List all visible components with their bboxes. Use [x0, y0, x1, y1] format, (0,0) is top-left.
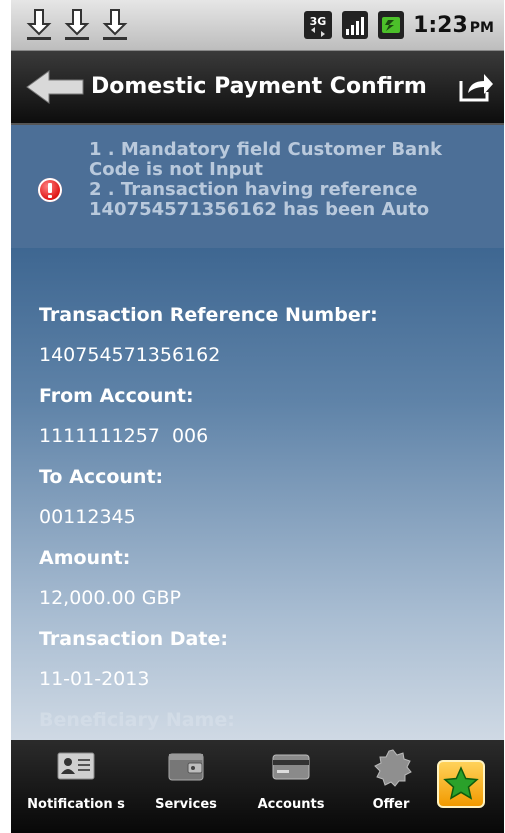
- error-line: 1 . Mandatory field Customer Bank: [89, 139, 442, 160]
- error-icon: [38, 178, 62, 202]
- badge-icon: [374, 749, 412, 787]
- transaction-reference-label: Transaction Reference Number:: [39, 304, 378, 326]
- nav-accounts[interactable]: Accounts: [246, 740, 336, 833]
- star-icon: [443, 766, 479, 800]
- contact-card-icon: [57, 752, 95, 780]
- nav-label: Notification s: [27, 797, 125, 812]
- amount-label: Amount:: [39, 547, 131, 569]
- title-bar: Domestic Payment Confirm: [11, 51, 504, 125]
- back-arrow-icon[interactable]: [25, 69, 85, 105]
- error-line: 2 . Transaction having reference: [89, 179, 418, 200]
- signal-icon: [342, 11, 369, 39]
- transaction-date-label: Transaction Date:: [39, 628, 228, 650]
- from-account-value: 1111111257 006: [39, 425, 209, 447]
- svg-text:3G: 3G: [310, 15, 327, 28]
- status-icons: 3G 1:23 PM: [303, 10, 494, 40]
- 3g-icon: 3G: [304, 11, 333, 39]
- error-text: 1 . Mandatory field Customer Bank Code i…: [89, 140, 494, 220]
- beneficiary-name-label: Beneficiary Name:: [39, 709, 235, 731]
- clock: 1:23 PM: [413, 12, 494, 38]
- to-account-label: To Account:: [39, 466, 164, 488]
- amount-value: 12,000.00 GBP: [39, 587, 181, 609]
- transaction-date-value: 11-01-2013: [39, 668, 150, 690]
- credit-card-icon: [272, 754, 310, 780]
- nav-notifications[interactable]: Notification s: [21, 740, 131, 833]
- error-line: 140754571356162 has been Auto: [89, 199, 430, 220]
- payment-details: 1 . Mandatory field Customer Bank Code i…: [11, 125, 504, 740]
- download-icon: [102, 9, 128, 40]
- transaction-reference-value: 140754571356162: [39, 344, 221, 366]
- from-account-label: From Account:: [39, 385, 194, 407]
- download-icon: [26, 9, 52, 40]
- favorite-button[interactable]: [437, 760, 485, 808]
- error-message-box: 1 . Mandatory field Customer Bank Code i…: [11, 125, 504, 248]
- share-icon[interactable]: [458, 71, 494, 103]
- nav-services[interactable]: Services: [141, 740, 231, 833]
- status-bar: 3G 1:23 PM: [11, 0, 504, 51]
- bottom-navigation: Notification s Services Accounts Offer: [11, 740, 504, 833]
- nav-label: Accounts: [257, 797, 325, 812]
- page-title: Domestic Payment Confirm: [91, 74, 427, 99]
- to-account-value: 00112345: [39, 506, 136, 528]
- battery-icon: [378, 11, 405, 39]
- nav-label: Offer: [372, 797, 410, 812]
- download-icon: [64, 9, 90, 40]
- phone-screen: 3G 1:23 PM Domestic Payment Confirm 1 . …: [11, 0, 504, 833]
- nav-label: Services: [155, 797, 217, 812]
- wallet-icon: [168, 753, 204, 781]
- detail-fields: Transaction Reference Number: 1407545713…: [39, 295, 479, 740]
- nav-offers[interactable]: Offer: [356, 740, 426, 833]
- error-line: Code is not Input: [89, 159, 263, 180]
